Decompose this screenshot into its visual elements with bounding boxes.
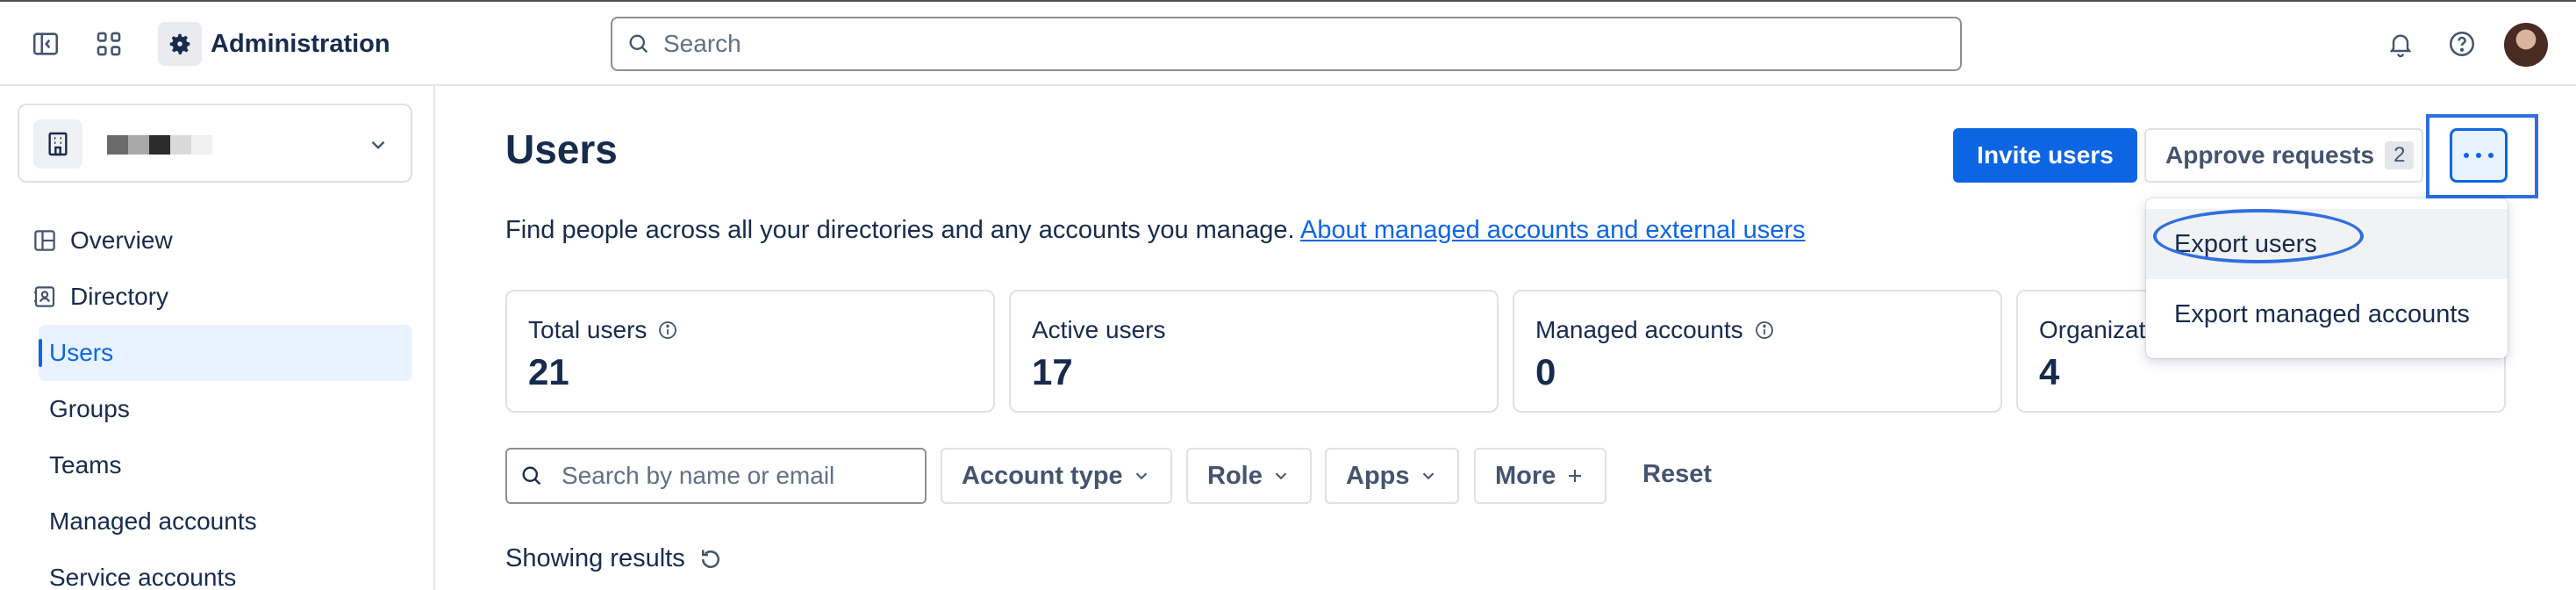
page-title: Users [505,126,618,172]
plus-icon [1569,470,1582,482]
user-search[interactable] [505,448,927,504]
stat-label-text: Organizat [2039,316,2146,343]
sidebar-item-label: Service accounts [49,564,237,590]
avatar[interactable] [2504,23,2548,67]
building-icon [33,119,82,169]
results-status: Showing results [505,544,724,573]
stat-label-text: Active users [1032,316,1166,343]
managed-accounts-link[interactable]: About managed accounts and external user… [1300,216,1806,244]
stat-label: Organizat [2039,316,2145,344]
description-text: Find people across all your directories … [505,216,1295,244]
gear-icon[interactable] [158,22,202,66]
overview-icon [34,230,55,251]
stat-value: 0 [1535,351,1556,392]
refresh-icon[interactable] [698,546,724,572]
stat-card-active-users: Active users 17 [1009,290,1499,413]
directory-icon [34,286,55,307]
top-navigation: Administration [0,0,2576,86]
page-description: Find people across all your directories … [505,214,1806,246]
info-icon[interactable] [657,320,678,341]
sidebar-item-service-accounts[interactable]: Service accounts [39,550,412,590]
invite-users-button[interactable]: Invite users [1953,128,2137,183]
search-icon [629,34,648,54]
results-label: Showing results [505,544,685,572]
org-selector[interactable] [18,104,412,183]
global-search-input[interactable] [663,30,1892,58]
sidebar-item-teams[interactable]: Teams [39,437,412,493]
stat-value: 17 [1032,351,1073,392]
more-filters-button[interactable]: More [1474,448,1607,504]
sidebar-item-label: Teams [49,451,122,478]
chevron-down-icon [1422,472,1434,480]
info-icon[interactable] [1754,320,1775,341]
sidebar: Overview Directory Users Groups Teams Ma… [0,86,435,590]
more-actions-button[interactable] [2450,128,2508,183]
bell-icon[interactable] [2383,26,2418,61]
org-name-redacted [107,135,212,155]
stat-value: 21 [528,351,569,392]
app-switcher-icon[interactable] [91,26,126,61]
count-badge: 2 [2385,141,2415,169]
sidebar-item-directory[interactable]: Directory [32,279,168,314]
filter-label: More [1495,461,1556,490]
stat-value: 4 [2039,351,2060,392]
apps-filter[interactable]: Apps [1325,448,1459,504]
stat-label-text: Total users [528,316,648,343]
account-type-filter[interactable]: Account type [941,448,1172,504]
help-icon[interactable] [2444,26,2479,61]
sidebar-item-label: Directory [70,283,169,310]
stat-label: Managed accounts [1535,316,1775,344]
sidebar-item-label: Users [49,339,114,366]
sidebar-item-managed-accounts[interactable]: Managed accounts [39,493,412,550]
menu-item-export-managed-accounts[interactable]: Export managed accounts [2146,279,2508,349]
sidebar-item-overview[interactable]: Overview [32,223,173,258]
chevron-down-icon [1275,472,1287,480]
sidebar-toggle-icon[interactable] [28,26,63,61]
sidebar-item-label: Overview [70,227,173,254]
menu-item-label: Export managed accounts [2174,299,2470,328]
stat-label: Active users [1032,316,1166,344]
stat-card-total-users: Total users 21 [505,290,995,413]
search-icon [522,466,541,486]
filter-label: Apps [1346,461,1410,490]
stat-label-text: Managed accounts [1535,316,1743,343]
sidebar-item-label: Groups [49,395,130,422]
stat-label: Total users [528,316,678,344]
more-actions-menu: Export users Export managed accounts [2146,198,2508,358]
sidebar-item-users[interactable]: Users [39,325,412,381]
global-search[interactable] [611,17,1962,71]
chevron-down-icon [367,133,390,161]
annotation-circle [2153,209,2364,263]
reset-filters-button[interactable]: Reset [1642,460,1712,489]
sidebar-item-groups[interactable]: Groups [39,381,412,437]
filter-label: Role [1207,461,1263,490]
filter-label: Account type [962,461,1123,490]
app-title[interactable]: Administration [211,28,390,60]
user-search-input[interactable] [562,462,912,490]
approve-requests-label: Approve requests [2165,141,2375,169]
chevron-down-icon [1135,472,1147,480]
sidebar-item-label: Managed accounts [49,507,257,535]
role-filter[interactable]: Role [1186,448,1312,504]
approve-requests-button[interactable]: Approve requests 2 [2144,128,2423,183]
stat-card-managed-accounts: Managed accounts 0 [1513,290,2002,413]
